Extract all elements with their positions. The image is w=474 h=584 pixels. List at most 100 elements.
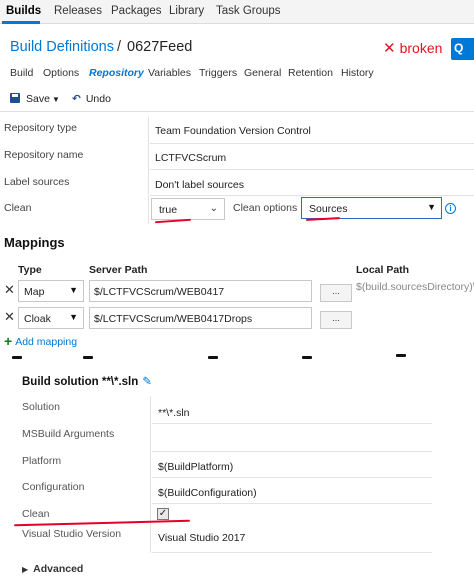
msbuild-arguments-label: MSBuild Arguments [22, 428, 115, 440]
browse-button[interactable]: ... [320, 311, 352, 329]
save-label: Save [26, 93, 50, 105]
configuration-label: Configuration [22, 481, 85, 493]
tab-options[interactable]: Options [43, 67, 79, 79]
tab-history[interactable]: History [341, 67, 374, 79]
toolbar-divider [0, 111, 474, 112]
redaction-mark [83, 356, 93, 359]
clean-select-value: true [159, 204, 178, 216]
row-divider [152, 503, 432, 504]
row-divider [152, 451, 432, 452]
label-sources-label: Label sources [4, 176, 70, 188]
repository-type-label: Repository type [4, 122, 77, 134]
plus-icon: + [4, 333, 13, 349]
breadcrumb-separator: / [116, 39, 122, 55]
add-mapping-button[interactable]: + Add mapping [4, 333, 77, 349]
row-divider [152, 477, 432, 478]
tab-repository[interactable]: Repository [89, 67, 144, 79]
task-title: Build solution **\*.sln ✎ [22, 374, 152, 388]
visual-studio-version-field[interactable]: Visual Studio 2017 [158, 532, 245, 544]
queue-build-button[interactable]: Q [451, 38, 474, 60]
local-path-input[interactable]: $(build.sourcesDirectory)\ [356, 281, 474, 293]
clean-checkbox-label: Clean [22, 508, 50, 520]
redaction-mark [302, 356, 312, 359]
advanced-section-toggle[interactable]: ▶ Advanced [22, 563, 83, 575]
annotation-underline [14, 519, 190, 527]
label-sources-field[interactable]: Don't label sources [155, 179, 244, 191]
clean-options-value: Sources [309, 203, 348, 215]
server-path-input[interactable]: $/LCTFVCScrum/WEB0417 [89, 280, 312, 302]
dropdown-arrow-icon: ▼ [69, 285, 78, 295]
undo-button[interactable]: ↶ Undo [72, 93, 111, 105]
mapping-type-value: Map [24, 286, 45, 298]
server-path-input[interactable]: $/LCTFVCScrum/WEB0417Drops [89, 307, 312, 329]
breadcrumb-build-definitions[interactable]: Build Definitions [10, 39, 114, 55]
row-divider [152, 552, 432, 553]
mapping-type-value: Cloak [24, 313, 51, 325]
dropdown-arrow-icon: ▼ [427, 202, 436, 212]
platform-field[interactable]: $(BuildPlatform) [158, 461, 233, 473]
visual-studio-version-label: Visual Studio Version [22, 528, 122, 540]
top-navigation: Builds Releases Packages Library Task Gr… [0, 0, 474, 24]
save-icon [10, 93, 20, 103]
remove-mapping-icon[interactable]: ✕ [4, 282, 15, 298]
tab-variables[interactable]: Variables [148, 67, 191, 79]
nav-active-indicator [2, 21, 40, 24]
tab-general[interactable]: General [244, 67, 281, 79]
task-title-text: Build solution **\*.sln [22, 376, 139, 388]
build-status: ✕ broken [383, 39, 442, 57]
nav-library[interactable]: Library [169, 5, 204, 17]
add-mapping-label: Add mapping [15, 336, 78, 348]
nav-packages[interactable]: Packages [111, 5, 162, 17]
row-divider [150, 169, 474, 170]
error-x-icon: ✕ [383, 40, 396, 57]
repository-name-label: Repository name [4, 149, 84, 161]
configuration-field[interactable]: $(BuildConfiguration) [158, 487, 257, 499]
undo-icon: ↶ [72, 93, 81, 105]
clean-options-select[interactable]: Sources ▼ [301, 197, 442, 219]
chevron-right-icon: ▶ [22, 565, 29, 574]
advanced-label: Advanced [33, 563, 84, 575]
solution-field[interactable]: **\*.sln [158, 407, 190, 419]
annotation-underline [305, 217, 341, 221]
status-text: broken [399, 40, 443, 56]
nav-task-groups[interactable]: Task Groups [216, 5, 281, 17]
remove-mapping-icon[interactable]: ✕ [4, 309, 15, 325]
clean-label: Clean [4, 202, 32, 214]
row-divider [150, 143, 474, 144]
repository-type-field[interactable]: Team Foundation Version Control [155, 125, 311, 137]
field-divider [150, 396, 151, 553]
row-divider [152, 423, 432, 424]
clean-options-label: Clean options [233, 202, 298, 214]
solution-label: Solution [22, 401, 60, 413]
redaction-mark [12, 356, 22, 359]
nav-builds[interactable]: Builds [6, 5, 41, 17]
mapping-type-select[interactable]: Map ▼ [18, 280, 84, 302]
dropdown-arrow-icon: ▼ [69, 312, 78, 322]
repository-name-field[interactable]: LCTFVCScrum [155, 152, 226, 164]
save-button[interactable]: Save ▼ [10, 93, 60, 105]
mapping-type-select[interactable]: Cloak ▼ [18, 307, 84, 329]
tab-build[interactable]: Build [10, 67, 33, 79]
field-divider [148, 117, 149, 224]
clean-select[interactable]: true ⌄ [151, 198, 225, 220]
type-column-header: Type [18, 264, 42, 276]
tab-triggers[interactable]: Triggers [199, 67, 237, 79]
info-icon[interactable]: i [445, 203, 456, 214]
chevron-down-icon: ⌄ [209, 203, 218, 214]
browse-button[interactable]: ... [320, 284, 352, 302]
redaction-mark [208, 356, 218, 359]
definition-name: 0627Feed [127, 39, 193, 55]
page-title: Build Definitions/ 0627Feed [10, 39, 192, 55]
server-path-column-header: Server Path [89, 264, 148, 276]
nav-releases[interactable]: Releases [54, 5, 102, 17]
row-divider [150, 195, 474, 196]
mappings-heading: Mappings [4, 235, 65, 250]
chevron-down-icon: ▼ [51, 95, 60, 104]
tab-retention[interactable]: Retention [288, 67, 333, 79]
clean-checkbox[interactable]: ✓ [157, 508, 169, 520]
platform-label: Platform [22, 455, 62, 467]
pencil-icon[interactable]: ✎ [142, 376, 152, 388]
undo-label: Undo [85, 93, 111, 105]
local-path-column-header: Local Path [356, 264, 410, 276]
redaction-mark [396, 354, 406, 357]
